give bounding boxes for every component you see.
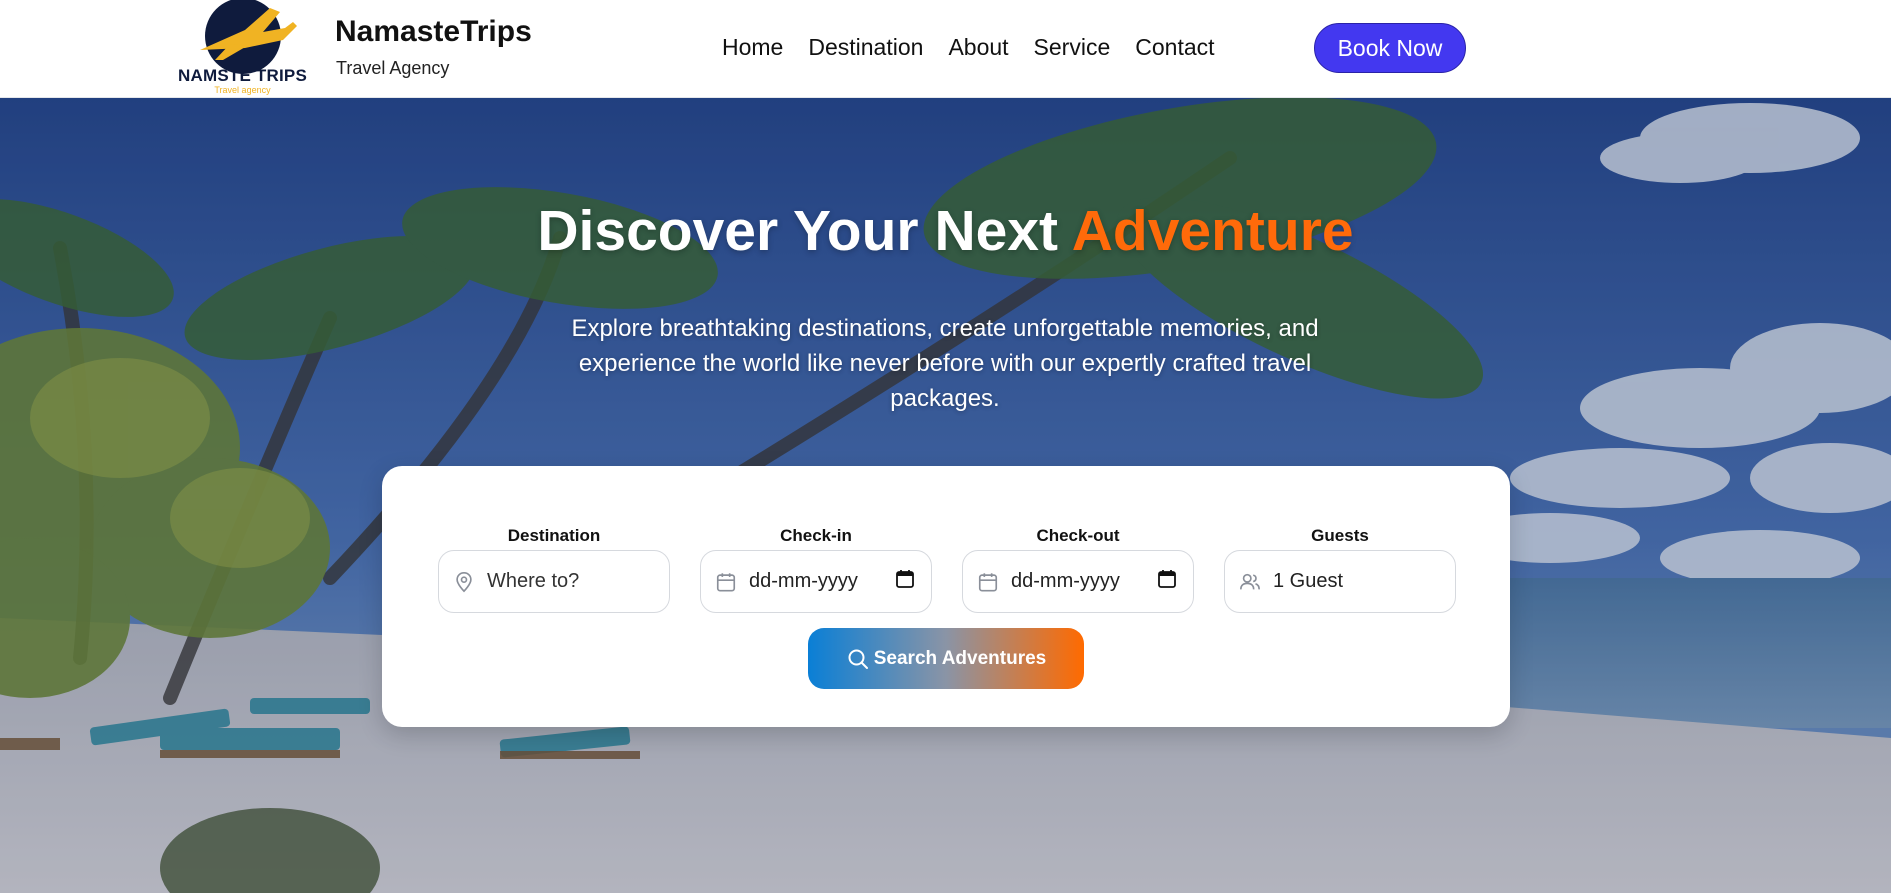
- search-button-label: Search Adventures: [873, 647, 1047, 669]
- calendar-icon: [716, 572, 736, 592]
- users-icon: [1240, 573, 1260, 589]
- logo[interactable]: NAMSTE TRIPS Travel agency: [175, 0, 310, 98]
- checkout-label: Check-out: [1036, 526, 1120, 545]
- nav-contact[interactable]: Contact: [1135, 34, 1214, 61]
- destination-label: Destination: [507, 526, 601, 545]
- nav-service[interactable]: Service: [1034, 34, 1111, 61]
- nav-about[interactable]: About: [948, 34, 1008, 61]
- checkout-field: Check-out dd-mm-yyyy: [962, 526, 1194, 613]
- guests-value: 1 Guest: [1273, 570, 1344, 592]
- hero-section: Discover Your Next Adventure Explore bre…: [0, 98, 1891, 893]
- nav-home[interactable]: Home: [722, 34, 783, 61]
- logo-text: NAMSTE TRIPS: [178, 66, 307, 85]
- brand-tagline: Travel Agency: [336, 58, 450, 78]
- logo-subtext: Travel agency: [214, 85, 271, 95]
- brand-name[interactable]: NamasteTrips: [335, 15, 532, 49]
- checkin-field: Check-in dd-mm-yyyy: [700, 526, 932, 613]
- checkin-value: dd-mm-yyyy: [749, 570, 858, 592]
- checkin-input[interactable]: dd-mm-yyyy: [700, 550, 932, 613]
- checkout-calendar-picker-icon[interactable]: [1157, 569, 1177, 595]
- hero-title-accent: Adventure: [1071, 199, 1354, 263]
- checkin-label: Check-in: [780, 526, 852, 545]
- checkin-calendar-picker-icon[interactable]: [895, 569, 915, 595]
- destination-input[interactable]: Where to?: [438, 550, 670, 613]
- hero-title: Discover Your Next Adventure: [0, 198, 1891, 264]
- search-adventures-button[interactable]: Search Adventures: [808, 628, 1084, 689]
- book-now-button[interactable]: Book Now: [1314, 23, 1466, 73]
- site-header: NAMSTE TRIPS Travel agency NamasteTrips …: [0, 0, 1891, 98]
- search-icon: [848, 649, 868, 669]
- main-nav: Home Destination About Service Contact: [722, 34, 1240, 61]
- search-card: Destination Where to? Check-in dd-mm-yyy…: [382, 466, 1510, 727]
- guests-label: Guests: [1311, 526, 1369, 545]
- hero-subtitle: Explore breathtaking destinations, creat…: [571, 315, 1319, 412]
- hero-title-main: Discover Your Next: [537, 199, 1072, 263]
- destination-placeholder: Where to?: [487, 570, 580, 592]
- map-pin-icon: [456, 571, 472, 592]
- checkout-input[interactable]: dd-mm-yyyy: [962, 550, 1194, 613]
- nav-destination[interactable]: Destination: [808, 34, 923, 61]
- destination-field: Destination Where to?: [438, 526, 670, 613]
- guests-field: Guests 1 Guest: [1224, 526, 1456, 613]
- checkout-value: dd-mm-yyyy: [1011, 570, 1120, 592]
- guests-select[interactable]: 1 Guest: [1224, 550, 1456, 613]
- calendar-icon: [978, 572, 998, 592]
